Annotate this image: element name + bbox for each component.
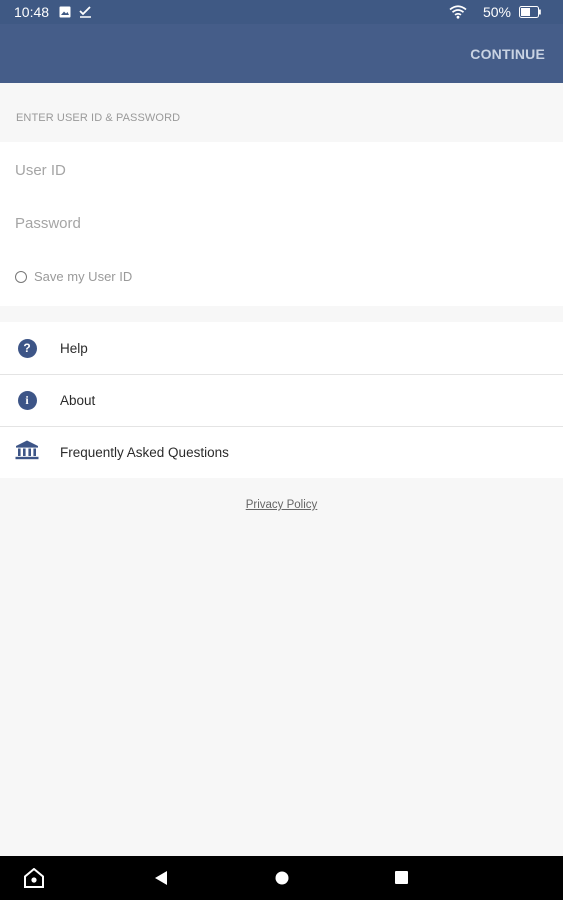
user-id-input[interactable] (15, 160, 545, 180)
back-icon[interactable] (154, 870, 168, 886)
bank-icon (15, 440, 39, 465)
continue-button[interactable]: CONTINUE (470, 46, 545, 62)
save-user-id-label: Save my User ID (34, 269, 133, 284)
privacy-policy-link[interactable]: Privacy Policy (0, 499, 563, 511)
recents-icon[interactable] (395, 871, 408, 884)
login-section-header: ENTER USER ID & PASSWORD (16, 112, 181, 124)
app-bar: CONTINUE (0, 24, 563, 83)
system-nav-bar (0, 856, 563, 900)
check-icon (79, 6, 92, 18)
login-card: Save my User ID (0, 142, 563, 306)
battery-percent: 50% (482, 4, 511, 20)
menu-list: ? Help i About Frequently Asked Question… (0, 322, 563, 478)
save-user-id-radio[interactable] (15, 270, 27, 283)
status-right: 50% (449, 4, 549, 20)
menu-item-about[interactable]: i About (0, 374, 563, 426)
status-bar: 10:48 50% (0, 0, 563, 24)
wifi-icon (449, 5, 467, 19)
home-assist-icon[interactable] (24, 868, 44, 888)
password-input[interactable] (15, 213, 545, 233)
home-icon[interactable] (275, 871, 289, 885)
menu-item-label: Help (60, 340, 88, 356)
screen: 10:48 50% CONTINUE ENTER USER ID & PASSW… (0, 0, 563, 900)
menu-item-faq[interactable]: Frequently Asked Questions (0, 426, 563, 478)
save-user-id-row[interactable]: Save my User ID (15, 269, 132, 284)
menu-item-help[interactable]: ? Help (0, 322, 563, 374)
status-time: 10:48 (14, 4, 50, 20)
battery-icon (519, 6, 541, 18)
info-icon: i (17, 391, 37, 410)
menu-item-label: About (60, 393, 96, 408)
help-icon: ? (17, 338, 37, 358)
image-icon (59, 6, 71, 18)
menu-item-label: Frequently Asked Questions (60, 445, 229, 460)
